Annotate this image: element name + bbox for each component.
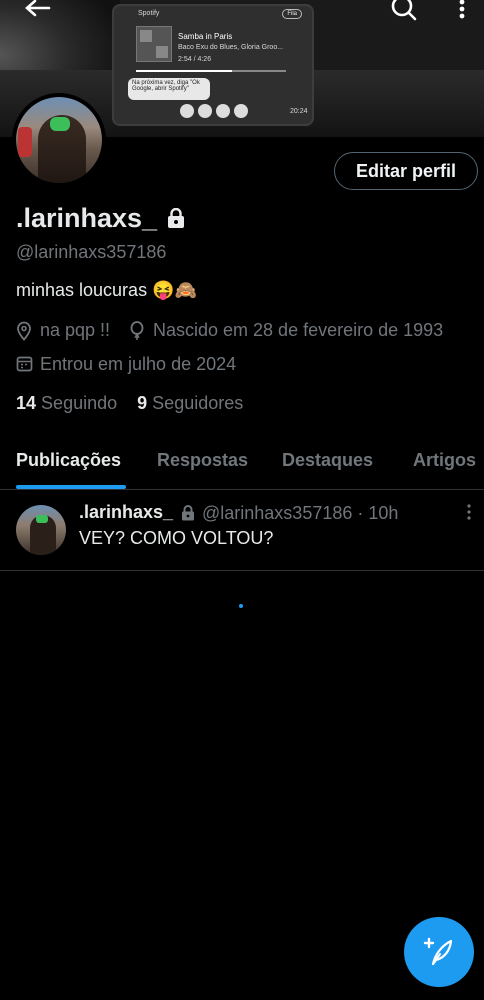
screen-app-label: Spotify — [138, 10, 160, 17]
more-vertical-icon — [459, 0, 465, 19]
screen-album-art — [136, 26, 172, 62]
location-icon — [17, 321, 31, 341]
screen-chip: Fila — [282, 9, 302, 19]
screen-time: 2:54 / 4:26 — [178, 56, 212, 63]
following-label: Seguindo — [41, 393, 118, 413]
car-screen-image: Spotify Fila Samba in Paris Baco Exu do … — [112, 4, 314, 126]
screen-home-button — [234, 104, 248, 118]
profile-handle: @larinhaxs357186 — [16, 242, 167, 262]
tab-articles[interactable]: Artigos — [413, 450, 476, 471]
screen-assistant-hint: Na próxima vez, diga "Ok Google, abrir S… — [128, 78, 210, 100]
avatar-photo — [16, 97, 102, 183]
back-button[interactable] — [22, 0, 52, 26]
loading-spinner — [239, 604, 243, 608]
post-avatar-bow — [36, 515, 48, 523]
followers-count: 9 — [137, 393, 148, 413]
screen-phone-button — [216, 104, 230, 118]
screen-assistant-button — [180, 104, 194, 118]
profile-birthday: Nascido em 28 de fevereiro de 1993 — [153, 320, 444, 340]
post-author-name[interactable]: .larinhaxs_ — [79, 502, 173, 523]
search-icon — [391, 0, 417, 21]
profile-bio: minhas loucuras 😝🙈 — [16, 280, 197, 300]
profile-avatar[interactable] — [12, 93, 106, 187]
screen-spotify-button — [198, 104, 212, 118]
following-link[interactable]: 14 Seguindo — [16, 393, 117, 413]
post-handle-and-time: @larinhaxs357186 · 10h — [202, 503, 399, 523]
followers-label: Seguidores — [152, 393, 244, 413]
post-author-avatar[interactable] — [16, 505, 66, 555]
avatar-background-person — [18, 127, 32, 157]
avatar-green-bow — [50, 117, 70, 131]
screen-progress-bar — [136, 70, 286, 72]
compose-post-button[interactable] — [404, 917, 474, 987]
tab-posts[interactable]: Publicações — [16, 450, 121, 471]
post-divider — [0, 570, 484, 571]
tabs-divider — [0, 489, 484, 490]
follow-stats: 14 Seguindo 9 Seguidores — [16, 393, 243, 414]
compose-post-icon — [423, 937, 453, 966]
tab-highlights[interactable]: Destaques — [282, 450, 373, 471]
post-text: VEY? COMO VOLTOU? — [79, 528, 274, 548]
profile-joined-date: Entrou em julho de 2024 — [40, 354, 237, 374]
balloon-icon — [130, 321, 144, 340]
search-button[interactable] — [390, 0, 420, 26]
post-lock-icon — [182, 505, 194, 521]
screen-song-title: Samba in Paris — [178, 32, 233, 41]
back-arrow-icon — [25, 0, 51, 17]
following-count: 14 — [16, 393, 37, 413]
screen-clock: 20:24 — [290, 108, 308, 115]
more-options-button[interactable] — [452, 0, 472, 26]
profile-display-name: .larinhaxs_ — [16, 203, 158, 233]
edit-profile-button[interactable]: Editar perfil — [334, 152, 478, 190]
post-more-icon[interactable] — [462, 503, 476, 521]
screen-artists: Baco Exu do Blues, Gloria Groo... — [178, 44, 284, 51]
tab-replies[interactable]: Respostas — [157, 450, 248, 471]
lock-icon — [168, 208, 184, 228]
followers-link[interactable]: 9 Seguidores — [137, 393, 243, 413]
calendar-icon — [16, 356, 33, 372]
profile-location: na pqp !! — [40, 320, 111, 340]
